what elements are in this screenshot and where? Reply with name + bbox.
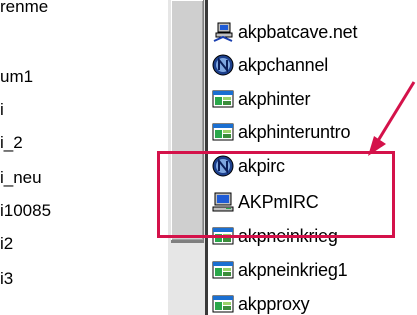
- highlight-box: [157, 151, 395, 238]
- application-icon: [212, 90, 234, 108]
- application-icon: [212, 123, 234, 141]
- list-item-label: akpproxy: [238, 293, 310, 314]
- scrollbar-thumb-shadow: [171, 241, 204, 243]
- list-item-label: akphinter: [238, 88, 311, 109]
- list-item-label: akpneinkrieg1: [238, 259, 348, 280]
- list-item[interactable]: i3: [0, 268, 13, 290]
- list-item[interactable]: i_neu: [0, 167, 42, 189]
- list-item[interactable]: i10085: [0, 200, 51, 222]
- list-item[interactable]: renme: [0, 0, 48, 18]
- network-computer-icon: [213, 22, 233, 42]
- list-item-label: akpchannel: [238, 54, 329, 75]
- netscape-n-icon: [212, 54, 234, 76]
- application-icon: [212, 295, 234, 313]
- arrow-icon: [368, 81, 416, 156]
- list-item[interactable]: i_2: [0, 132, 23, 154]
- list-item[interactable]: i2: [0, 233, 13, 255]
- list-item[interactable]: i: [0, 99, 4, 121]
- left-file-list: renme um1 i i_2 i_neu i10085 i2 i3: [0, 0, 160, 315]
- list-item-label: akpbatcave.net: [238, 21, 358, 42]
- application-icon: [212, 261, 234, 279]
- list-item[interactable]: um1: [0, 66, 33, 88]
- list-item-label: akphinteruntro: [238, 121, 351, 142]
